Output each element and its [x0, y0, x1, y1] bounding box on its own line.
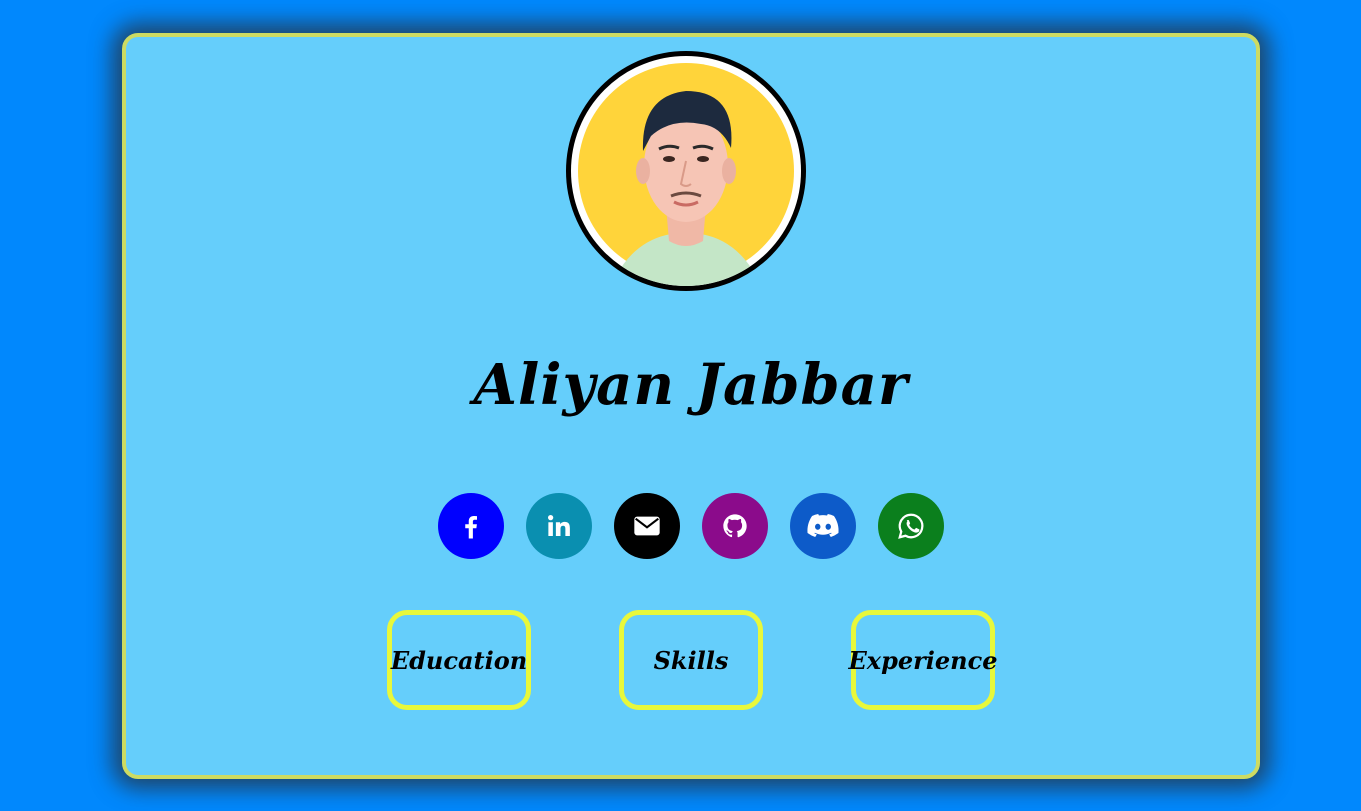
avatar-photo	[573, 58, 799, 286]
github-link[interactable]	[702, 493, 768, 559]
section-buttons: Education Skills Experience	[126, 610, 1256, 710]
email-link[interactable]	[614, 493, 680, 559]
facebook-link[interactable]	[438, 493, 504, 559]
linkedin-link[interactable]	[526, 493, 592, 559]
social-links	[126, 493, 1256, 559]
profile-avatar	[566, 51, 806, 291]
profile-name: Aliyan Jabbar	[473, 352, 909, 418]
envelope-icon	[634, 516, 660, 536]
linkedin-icon	[548, 515, 570, 536]
discord-icon	[807, 514, 839, 537]
discord-link[interactable]	[790, 493, 856, 559]
profile-card: Aliyan Jabbar Education Skills Experienc…	[122, 33, 1260, 779]
skills-button[interactable]: Skills	[619, 610, 763, 710]
whatsapp-icon	[898, 513, 924, 539]
facebook-icon	[465, 516, 477, 539]
github-icon	[723, 514, 747, 538]
whatsapp-link[interactable]	[878, 493, 944, 559]
education-button[interactable]: Education	[387, 610, 531, 710]
experience-button[interactable]: Experience	[849, 610, 998, 710]
